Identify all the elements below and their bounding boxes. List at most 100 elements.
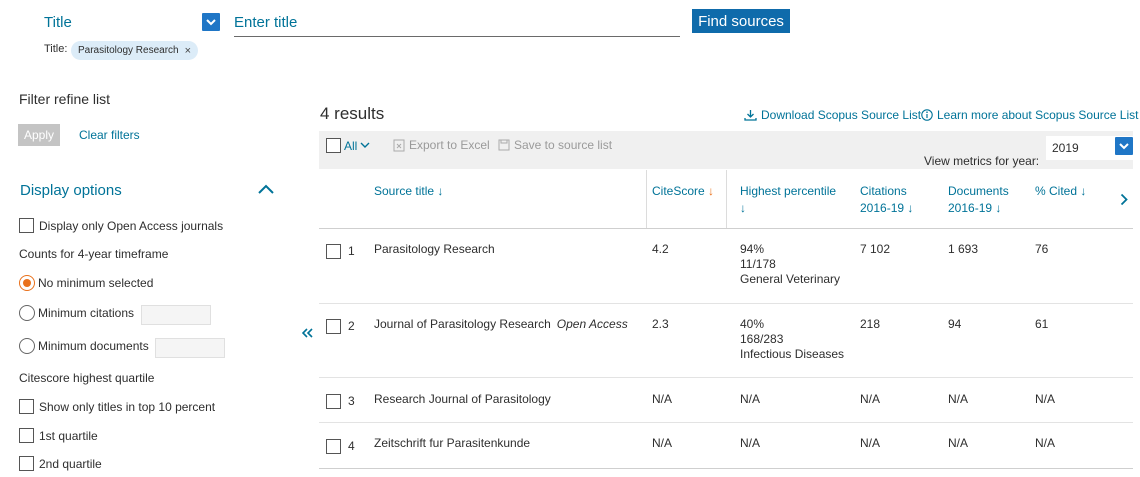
- info-icon: [921, 109, 933, 121]
- year-select[interactable]: 2019: [1046, 136, 1133, 160]
- no-minimum-option[interactable]: No minimum selected: [19, 275, 153, 291]
- header-documents[interactable]: Documents 2016-19 ↓: [948, 183, 1009, 217]
- table-row-title[interactable]: Journal of Parasitology Research Open Acc…: [374, 317, 628, 332]
- open-access-option[interactable]: Display only Open Access journals: [19, 218, 223, 233]
- title-filter-chip[interactable]: Parasitology Research ×: [71, 41, 199, 60]
- download-link-label: Download Scopus Source List: [761, 108, 922, 122]
- title-search-input[interactable]: [234, 9, 680, 35]
- header-citescore-label: CiteScore: [652, 184, 705, 198]
- top10-option[interactable]: Show only titles in top 10 percent: [19, 399, 215, 414]
- export-excel-button[interactable]: Export to Excel: [393, 138, 490, 152]
- min-documents-label: Minimum documents: [38, 339, 149, 353]
- row-checkbox[interactable]: [326, 439, 341, 454]
- save-icon: [498, 139, 510, 151]
- top10-checkbox[interactable]: [19, 399, 34, 414]
- select-all-label: All: [344, 138, 358, 153]
- arrow-down-icon: ↓: [704, 184, 715, 198]
- percentile-value: N/A: [740, 392, 761, 406]
- citations-value: 218: [860, 317, 881, 331]
- citescore-value: N/A: [652, 436, 673, 450]
- collapse-sidebar-icon[interactable]: [301, 327, 313, 341]
- chip-label: Parasitology Research: [78, 45, 179, 56]
- table-row-title[interactable]: Research Journal of Parasitology: [374, 392, 551, 407]
- download-source-list-link[interactable]: Download Scopus Source List: [744, 108, 921, 122]
- table-row-title[interactable]: Zeitschrift fur Parasitenkunde: [374, 436, 530, 451]
- row-checkbox[interactable]: [326, 244, 341, 259]
- apply-button[interactable]: Apply: [18, 124, 60, 146]
- row-checkbox[interactable]: [326, 394, 341, 409]
- q2-option[interactable]: 2nd quartile: [19, 456, 102, 471]
- filter-refine-title: Filter refine list: [19, 91, 111, 107]
- percentile-category: Infectious Diseases: [740, 347, 845, 361]
- chevron-up-icon[interactable]: [258, 183, 274, 197]
- header-citescore[interactable]: CiteScore ↓: [652, 183, 714, 200]
- percentile-category: General Veterinary: [740, 272, 841, 286]
- q1-option[interactable]: 1st quartile: [19, 428, 98, 443]
- no-minimum-radio[interactable]: [19, 275, 35, 291]
- arrow-down-icon: ↓: [907, 201, 914, 215]
- source-title-link[interactable]: Parasitology Research: [374, 242, 495, 256]
- header-highest-percentile[interactable]: Highest percentile ↓: [740, 183, 836, 217]
- header-citations[interactable]: Citations 2016-19 ↓: [860, 183, 913, 217]
- open-access-label: Display only Open Access journals: [39, 218, 224, 233]
- percentile-cell: 94% 11/178 General Veterinary: [740, 242, 840, 287]
- clear-filters-link[interactable]: Clear filters: [79, 128, 140, 142]
- source-title-link[interactable]: Research Journal of Parasitology: [374, 392, 551, 406]
- table-row-select[interactable]: 1: [326, 244, 355, 259]
- chevron-right-icon[interactable]: [1115, 170, 1133, 228]
- header-percentile-label: Highest percentile: [740, 184, 837, 198]
- table-row-select[interactable]: 2: [326, 319, 355, 334]
- documents-value: 1 693: [948, 242, 979, 256]
- source-title-link[interactable]: Zeitschrift fur Parasitenkunde: [374, 436, 530, 450]
- results-count: 4 results: [320, 104, 385, 123]
- percentile-rank: 168/283: [740, 332, 784, 346]
- documents-value: N/A: [948, 392, 969, 406]
- min-citations-radio[interactable]: [19, 305, 35, 321]
- source-title-link[interactable]: Journal of Parasitology Research: [374, 317, 551, 331]
- select-all-control[interactable]: All: [326, 138, 370, 153]
- search-field-select[interactable]: Title: [44, 13, 220, 31]
- row-divider: [319, 377, 1133, 378]
- arrow-down-icon: ↓: [1080, 184, 1087, 198]
- percentile-value: N/A: [740, 436, 761, 450]
- table-row-select[interactable]: 3: [326, 394, 355, 409]
- header-divider: [319, 228, 1133, 229]
- row-checkbox[interactable]: [326, 319, 341, 334]
- save-source-list-button[interactable]: Save to source list: [498, 138, 612, 152]
- q1-checkbox[interactable]: [19, 428, 34, 443]
- title-input-wrapper: [234, 9, 680, 37]
- row-divider: [319, 422, 1133, 423]
- header-cited[interactable]: % Cited ↓: [1035, 183, 1086, 200]
- learn-more-link[interactable]: Learn more about Scopus Source List: [921, 108, 1138, 122]
- find-sources-button[interactable]: Find sources: [692, 9, 790, 33]
- citescore-value: N/A: [652, 392, 673, 406]
- filter-chip-prefix: Title:: [44, 43, 68, 55]
- row-number: 4: [348, 439, 355, 453]
- display-options-heading[interactable]: Display options: [20, 182, 122, 199]
- row-number: 3: [348, 394, 355, 408]
- min-citations-input[interactable]: [141, 305, 211, 325]
- year-value: 2019: [1052, 141, 1079, 155]
- min-documents-input[interactable]: [155, 338, 225, 358]
- chevron-down-icon[interactable]: [360, 142, 370, 149]
- header-documents-range: 2016-19: [948, 201, 993, 215]
- close-icon[interactable]: ×: [185, 45, 191, 57]
- min-citations-option[interactable]: Minimum citations: [19, 305, 134, 321]
- select-all-checkbox[interactable]: [326, 138, 341, 153]
- percentile-cell: 40% 168/283 Infectious Diseases: [740, 317, 844, 362]
- header-citations-label: Citations: [860, 184, 907, 198]
- min-documents-option[interactable]: Minimum documents: [19, 338, 149, 354]
- open-access-checkbox[interactable]: [19, 218, 34, 233]
- table-row-select[interactable]: 4: [326, 439, 355, 454]
- save-source-list-label: Save to source list: [514, 138, 613, 152]
- header-source-title[interactable]: Source title ↓: [374, 183, 443, 200]
- q1-label: 1st quartile: [39, 428, 98, 443]
- chevron-down-icon[interactable]: [1115, 137, 1133, 155]
- min-documents-radio[interactable]: [19, 338, 35, 354]
- chevron-down-icon[interactable]: [202, 13, 220, 31]
- no-minimum-label: No minimum selected: [38, 276, 154, 290]
- quartile-label: Citescore highest quartile: [19, 371, 155, 385]
- q2-checkbox[interactable]: [19, 456, 34, 471]
- table-row-title[interactable]: Parasitology Research: [374, 242, 501, 257]
- cited-value: 76: [1035, 242, 1049, 256]
